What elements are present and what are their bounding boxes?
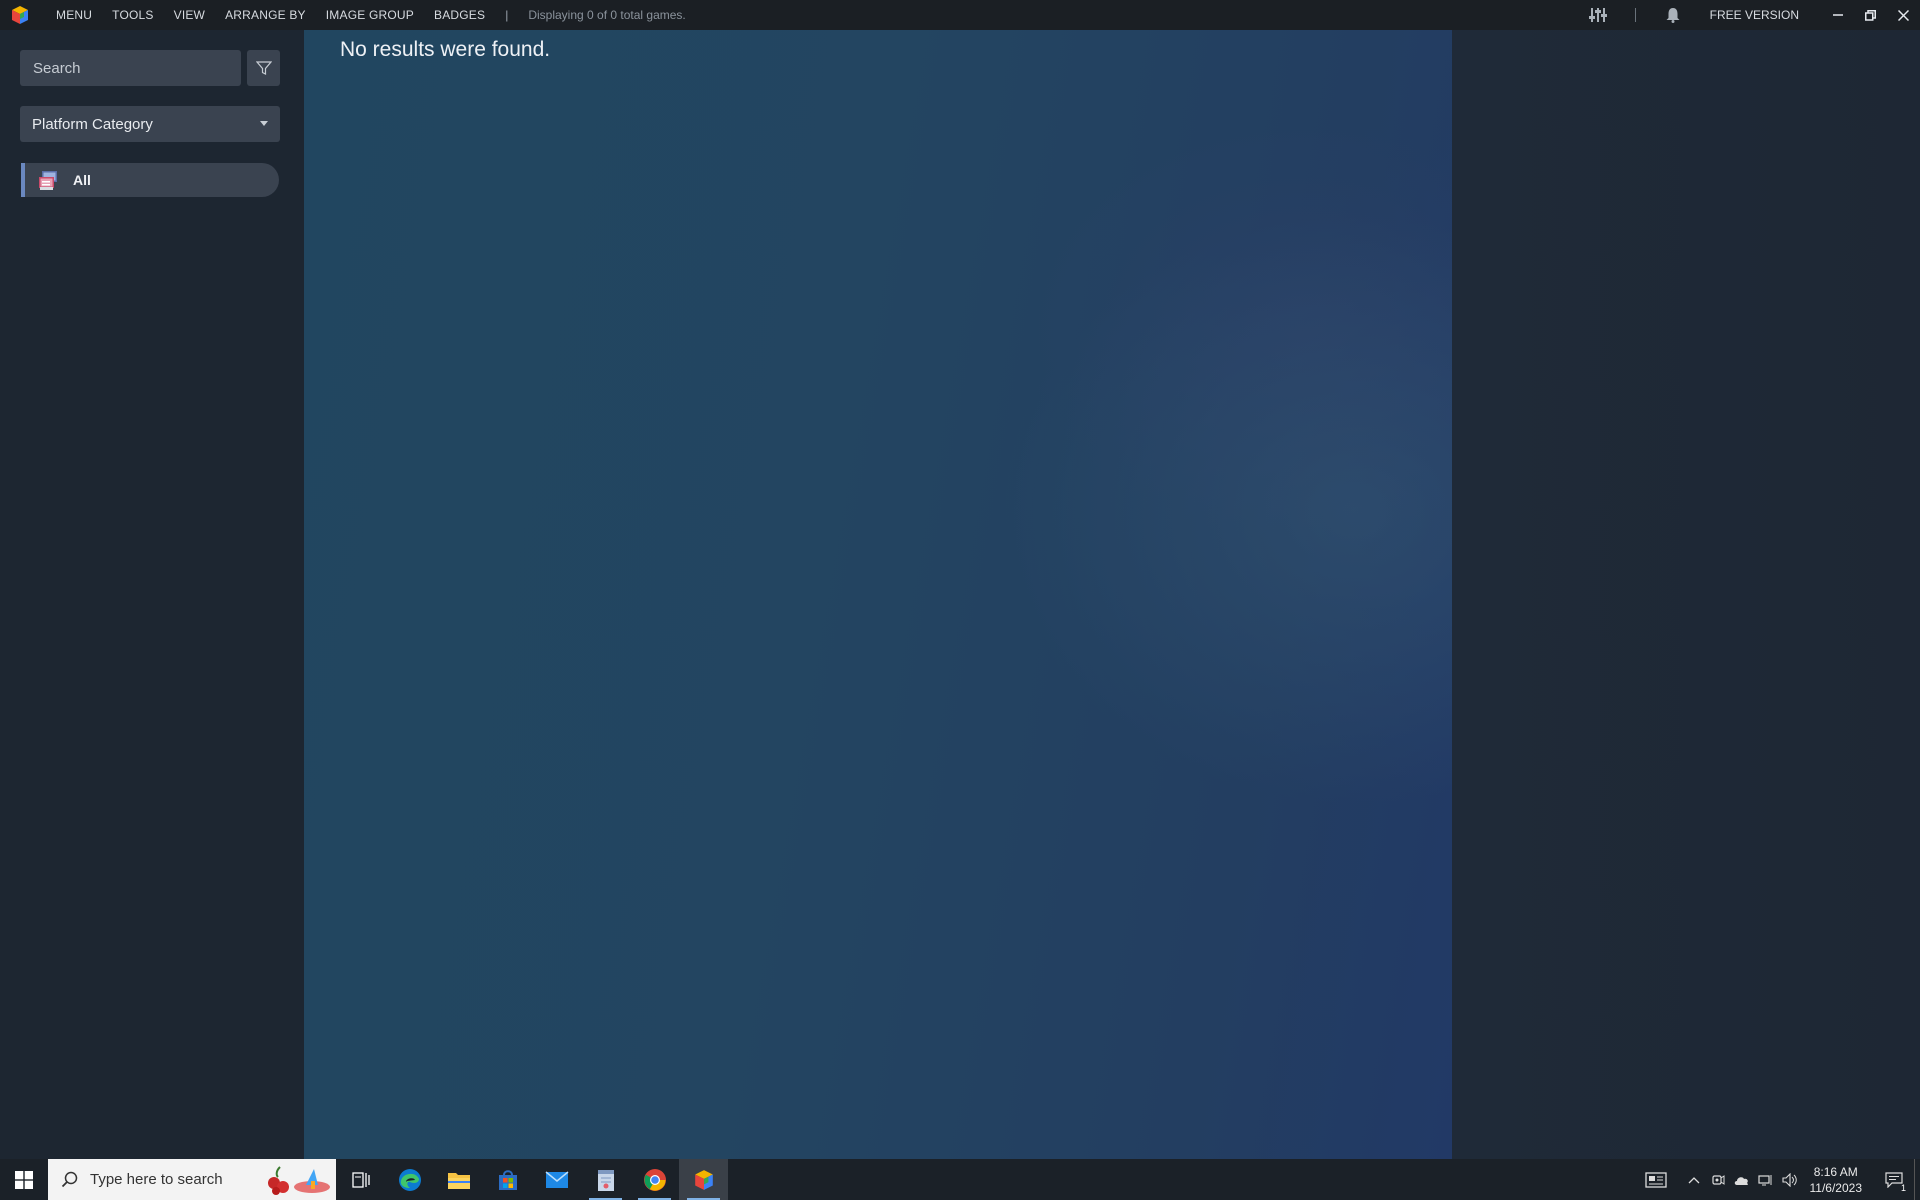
minimize-button[interactable] (1821, 0, 1854, 30)
onedrive-icon[interactable] (1730, 1159, 1754, 1200)
notepad-icon (597, 1169, 614, 1191)
menu-tools[interactable]: TOOLS (102, 0, 163, 30)
taskbar-file-explorer[interactable] (434, 1159, 483, 1200)
clock-time: 8:16 AM (1813, 1164, 1858, 1179)
title-bar-divider (1634, 8, 1636, 22)
notification-center-button[interactable]: 1 (1874, 1159, 1914, 1200)
menu-separator: | (505, 8, 509, 22)
edge-icon (398, 1168, 421, 1191)
close-button[interactable] (1887, 0, 1920, 30)
volume-icon[interactable] (1778, 1159, 1802, 1200)
restore-button[interactable] (1854, 0, 1887, 30)
menu-image-group[interactable]: IMAGE GROUP (316, 0, 424, 30)
start-button[interactable] (0, 1159, 48, 1200)
taskbar-notepad[interactable] (581, 1159, 630, 1200)
notification-count-badge: 1 (1900, 1183, 1906, 1193)
all-platforms-icon (37, 169, 59, 191)
launchbox-icon (694, 1169, 713, 1190)
search-input[interactable] (20, 50, 241, 86)
chrome-icon (643, 1168, 666, 1191)
folder-icon (447, 1172, 470, 1189)
windows-taskbar: Type here to search 8:16 AM 11/6/2023 1 (0, 1159, 1920, 1200)
free-version-label[interactable]: FREE VERSION (1710, 8, 1799, 22)
windows-logo-icon (15, 1170, 33, 1189)
menu-arrange-by[interactable]: ARRANGE BY (215, 0, 316, 30)
title-bar: MENU TOOLS VIEW ARRANGE BY IMAGE GROUP B… (0, 0, 1920, 30)
menu-view[interactable]: VIEW (164, 0, 215, 30)
filter-button[interactable] (247, 50, 280, 86)
filter-icon (255, 61, 272, 75)
clock-date: 11/6/2023 (1809, 1180, 1863, 1195)
taskbar-clock[interactable]: 8:16 AM 11/6/2023 (1810, 1164, 1863, 1196)
search-icon (60, 1170, 80, 1190)
sidebar-item-all[interactable]: All (21, 163, 279, 197)
mail-icon (545, 1170, 568, 1188)
chevron-up-icon[interactable] (1682, 1159, 1706, 1200)
games-content-area: No results were found. (304, 30, 1452, 1159)
restore-icon (1865, 9, 1876, 21)
platform-category-label: Platform Category (32, 115, 153, 133)
taskbar-chrome[interactable] (630, 1159, 679, 1200)
menu-badges[interactable]: BADGES (424, 0, 495, 30)
taskbar-search-placeholder: Type here to search (90, 1171, 223, 1188)
sliders-icon[interactable] (1583, 0, 1613, 30)
platform-category-dropdown[interactable]: Platform Category (20, 106, 280, 142)
system-tray: 8:16 AM 11/6/2023 1 (1636, 1159, 1920, 1200)
taskbar-edge[interactable] (385, 1159, 434, 1200)
menu-menu[interactable]: MENU (46, 0, 102, 30)
task-view-icon (351, 1171, 370, 1188)
show-desktop-button[interactable] (1914, 1159, 1920, 1200)
taskbar-launchbox[interactable] (679, 1159, 728, 1200)
taskbar-search-box[interactable]: Type here to search (48, 1159, 336, 1200)
task-view-button[interactable] (336, 1159, 385, 1200)
no-results-message: No results were found. (340, 38, 551, 61)
sidebar: Platform Category All (0, 30, 304, 1159)
details-panel (1452, 30, 1920, 1159)
caret-down-icon (260, 121, 268, 126)
title-bar-controls: FREE VERSION (1583, 0, 1920, 30)
network-icon[interactable] (1754, 1159, 1778, 1200)
store-icon (498, 1169, 517, 1190)
taskbar-microsoft-store[interactable] (483, 1159, 532, 1200)
close-icon (1898, 9, 1909, 21)
news-widget-icon[interactable] (1636, 1159, 1676, 1200)
taskbar-mail[interactable] (532, 1159, 581, 1200)
games-count-status: Displaying 0 of 0 total games. (528, 8, 686, 22)
search-highlight-art-icon (262, 1163, 332, 1196)
minimize-icon (1832, 14, 1843, 16)
search-box[interactable] (20, 50, 241, 86)
bell-icon[interactable] (1658, 0, 1688, 30)
meet-now-icon[interactable] (1706, 1159, 1730, 1200)
launchbox-logo-icon[interactable] (10, 5, 30, 25)
sidebar-item-label: All (73, 172, 91, 188)
